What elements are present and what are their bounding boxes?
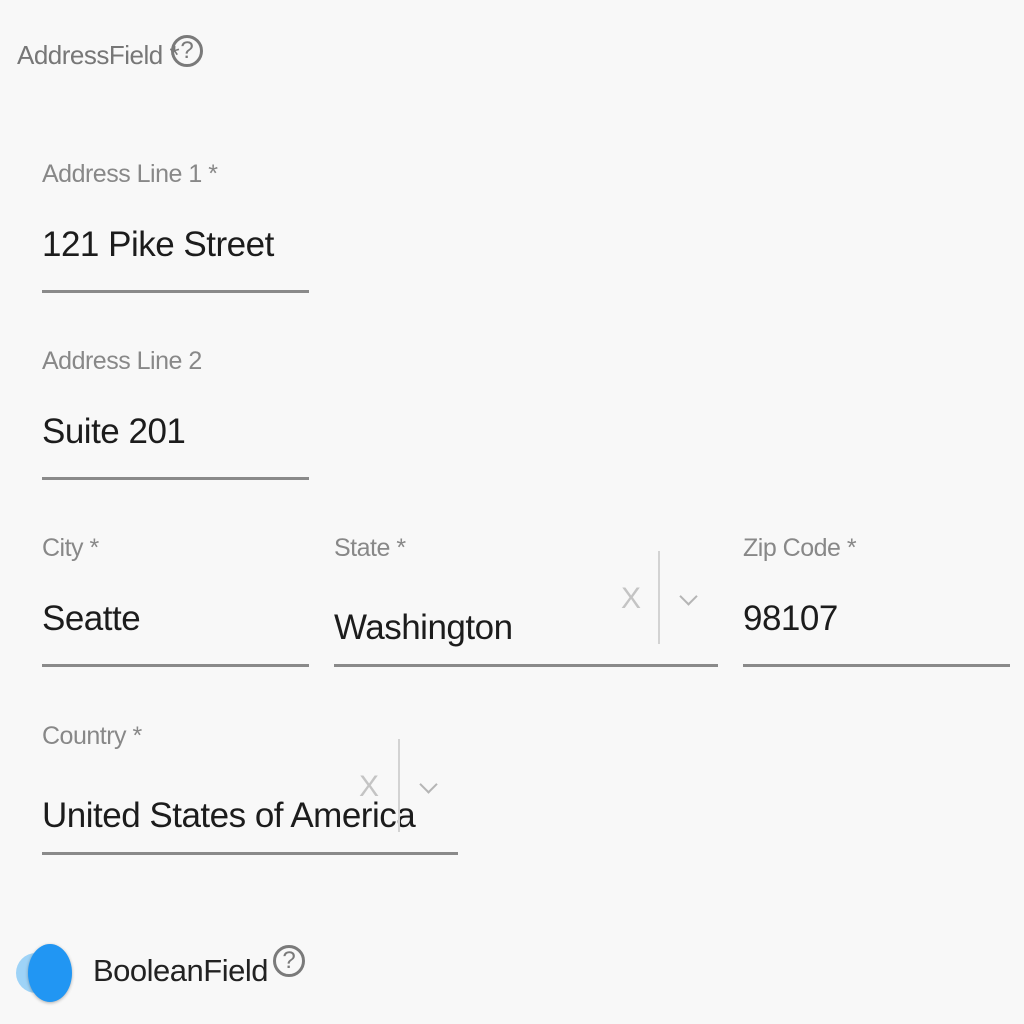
help-icon[interactable]: ? [171,35,203,67]
country-select[interactable]: Country * United States of America X [42,722,458,857]
address-field-title: AddressField * [17,40,180,70]
clear-icon[interactable]: X [359,772,379,802]
state-select-separator [658,551,660,644]
chevron-down-icon[interactable] [679,587,698,606]
zip-code-input[interactable]: 98107 [743,599,838,639]
country-select-separator [398,739,400,832]
form-page: AddressField * ? Address Line 1 * 121 Pi… [0,0,1024,1024]
help-icon[interactable]: ? [273,945,305,977]
city-field[interactable]: City * Seatte [42,534,309,669]
state-label: State * [334,534,406,562]
address-line-1-input[interactable]: 121 Pike Street [42,225,274,265]
clear-icon[interactable]: X [621,584,641,614]
country-underline [42,852,458,855]
city-input[interactable]: Seatte [42,599,141,639]
address-line-2-input[interactable]: Suite 201 [42,412,186,452]
zip-code-label: Zip Code * [743,534,857,562]
zip-code-field[interactable]: Zip Code * 98107 [743,534,1010,669]
address-line-1-label: Address Line 1 * [42,160,218,188]
address-line-1-field[interactable]: Address Line 1 * 121 Pike Street [42,160,309,295]
chevron-down-icon[interactable] [419,775,438,794]
state-selected-value: Washington [334,608,513,647]
state-underline [334,664,718,667]
city-label: City * [42,534,99,562]
address-line-2-label: Address Line 2 [42,347,202,375]
address-line-2-field[interactable]: Address Line 2 Suite 201 [42,347,309,482]
boolean-field-label: BooleanField [93,953,268,988]
address-line-2-underline [42,477,309,480]
zip-code-underline [743,664,1010,667]
state-select[interactable]: State * Washington X [334,534,718,669]
country-label: Country * [42,722,142,750]
city-underline [42,664,309,667]
boolean-toggle-knob[interactable] [28,944,72,1002]
address-line-1-underline [42,290,309,293]
